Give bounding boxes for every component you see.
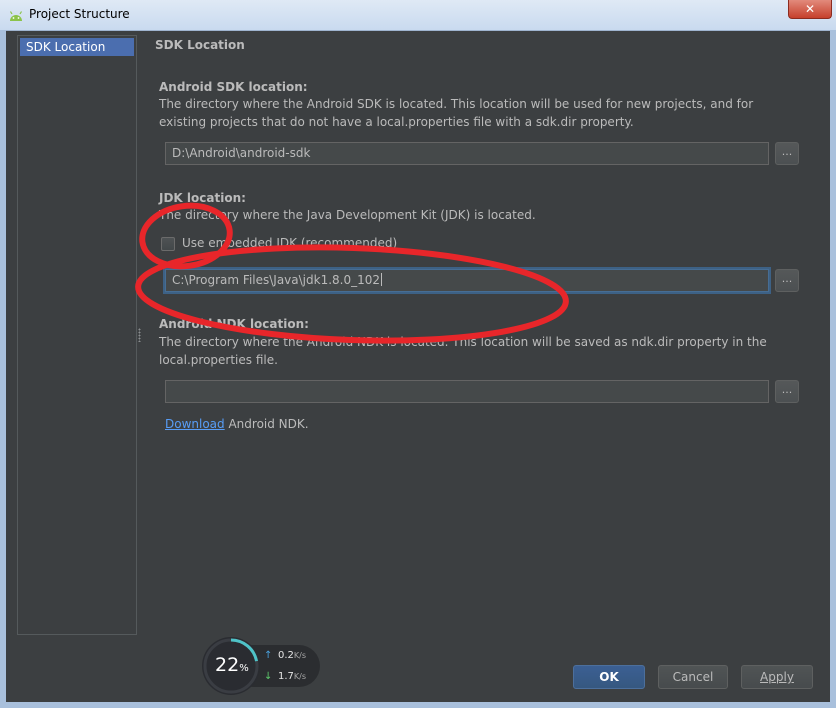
use-embedded-jdk-checkbox[interactable] [161, 237, 175, 251]
jdk-browse-button[interactable]: ... [775, 269, 799, 292]
upload-speed: ↑ 0.2K/s [264, 650, 306, 661]
splitter-handle[interactable] [138, 328, 141, 342]
android-icon [9, 11, 23, 21]
download-speed: ↓ 1.7K/s [264, 671, 306, 682]
cancel-button[interactable]: Cancel [658, 665, 728, 689]
percent-sign: % [239, 663, 249, 674]
page-title: SDK Location [155, 38, 245, 52]
arrow-up-icon: ↑ [264, 650, 273, 661]
jdk-title: JDK location: [159, 191, 246, 205]
cpu-percent: 22% [215, 654, 249, 676]
close-button[interactable]: ✕ [788, 0, 832, 19]
window-frame-left [0, 30, 6, 708]
window-frame-bottom [0, 702, 836, 708]
window-frame-right [830, 30, 836, 708]
use-embedded-jdk-label[interactable]: Use embedded JDK (recommended) [182, 236, 397, 250]
apply-button-label: Apply [760, 670, 794, 684]
android-sdk-browse-button[interactable]: ... [775, 142, 799, 165]
ndk-path-input[interactable] [165, 380, 769, 403]
jdk-description: The directory where the Java Development… [159, 208, 536, 222]
upload-speed-unit: K/s [293, 651, 307, 660]
upload-speed-value: 0.2 [278, 650, 294, 661]
window-title: Project Structure [29, 7, 130, 21]
jdk-path-value: C:\Program Files\Java\jdk1.8.0_102 [172, 273, 381, 287]
annotation-circle-jdk-path [135, 244, 569, 344]
apply-button[interactable]: Apply [741, 665, 813, 689]
sidebar-item-label: SDK Location [26, 40, 106, 54]
download-ndk-link[interactable]: Download [165, 417, 225, 431]
download-speed-unit: K/s [293, 672, 307, 681]
download-ndk-suffix: Android NDK. [224, 417, 309, 431]
download-speed-value: 1.7 [278, 671, 294, 682]
download-ndk-row: Download Android NDK. [165, 417, 309, 431]
ndk-browse-button[interactable]: ... [775, 380, 799, 403]
ok-button[interactable]: OK [573, 665, 645, 689]
cpu-percent-value: 22 [215, 654, 240, 676]
text-caret [381, 273, 383, 286]
sidebar: SDK Location [17, 35, 137, 635]
close-icon: ✕ [804, 2, 816, 16]
android-sdk-path-input[interactable]: D:\Android\android-sdk [165, 142, 769, 165]
jdk-path-input[interactable]: C:\Program Files\Java\jdk1.8.0_102 [165, 269, 769, 292]
arrow-down-icon: ↓ [264, 671, 273, 682]
ndk-title: Android NDK location: [159, 317, 309, 331]
ndk-description: The directory where the Android NDK is l… [159, 335, 767, 367]
android-sdk-description: The directory where the Android SDK is l… [159, 97, 754, 129]
system-monitor-widget[interactable]: 22% ↑ 0.2K/s ↓ 1.7K/s [202, 637, 320, 695]
title-bar: Project Structure ✕ [0, 0, 836, 31]
android-sdk-title: Android SDK location: [159, 80, 308, 94]
sidebar-item-sdk-location[interactable]: SDK Location [20, 38, 134, 56]
